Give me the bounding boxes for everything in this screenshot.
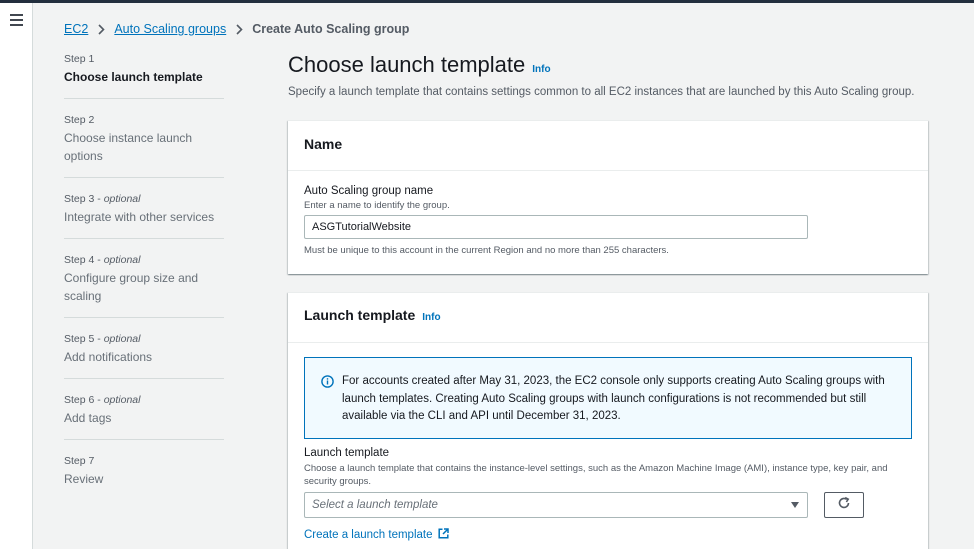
page-description: Specify a launch template that contains … (288, 86, 915, 98)
step-number: Step 3 - (64, 193, 104, 205)
chevron-right-icon (98, 23, 105, 35)
wizard-steps: Step 1 Choose launch template Step 2 Cho… (64, 52, 224, 514)
menu-icon[interactable] (10, 14, 23, 26)
create-launch-template-link[interactable]: Create a launch template (304, 528, 449, 542)
chevron-right-icon (236, 23, 243, 35)
breadcrumb-ec2[interactable]: EC2 (64, 22, 88, 36)
launch-template-label: Launch template (304, 447, 390, 459)
name-panel-header: Name (288, 121, 928, 171)
wizard-step-2[interactable]: Step 2 Choose instance launch options (64, 113, 224, 178)
launch-template-select[interactable]: Select a launch template (304, 492, 808, 518)
name-panel-body: Auto Scaling group name Enter a name to … (288, 171, 928, 256)
wizard-step-1[interactable]: Step 1 Choose launch template (64, 52, 224, 99)
main-header: Choose launch template Info Specify a la… (288, 52, 928, 98)
asg-name-description: Enter a name to identify the group. (304, 200, 450, 211)
step-number: Step 7 (64, 455, 95, 467)
step-optional-label: optional (103, 193, 141, 205)
caret-down-icon (791, 502, 799, 508)
step-number: Step 4 - (64, 254, 104, 266)
launch-template-select-placeholder: Select a launch template (312, 499, 438, 511)
step-optional-label: optional (103, 254, 141, 266)
refresh-button[interactable] (824, 492, 864, 518)
step-title: Choose launch template (64, 70, 203, 84)
refresh-icon (837, 496, 851, 515)
side-navigation-rail (0, 3, 33, 549)
create-launch-template-link-text: Create a launch template (304, 529, 433, 541)
name-panel: Name Auto Scaling group name Enter a nam… (288, 120, 928, 274)
step-number: Step 6 - (64, 394, 104, 406)
info-link[interactable]: Info (422, 312, 440, 323)
top-bar (0, 0, 974, 3)
external-link-icon (437, 528, 449, 542)
step-optional-label: optional (103, 333, 141, 345)
step-title: Configure group size and scaling (64, 271, 199, 303)
breadcrumb-current: Create Auto Scaling group (252, 22, 410, 36)
launch-template-panel: Launch template Info For accounts create… (288, 292, 928, 549)
info-alert: For accounts created after May 31, 2023,… (304, 357, 912, 439)
step-number: Step 5 - (64, 333, 104, 345)
info-alert-text: For accounts created after May 31, 2023,… (342, 375, 885, 422)
info-circle-icon (321, 375, 334, 388)
step-optional-label: optional (103, 394, 141, 406)
asg-name-label: Auto Scaling group name (304, 185, 434, 197)
breadcrumb-auto-scaling-groups[interactable]: Auto Scaling groups (114, 22, 226, 36)
launch-template-field: Launch template Choose a launch template… (304, 447, 912, 541)
step-title: Add notifications (64, 350, 153, 364)
asg-name-input[interactable] (304, 215, 808, 239)
wizard-step-5[interactable]: Step 5 - optional Add notifications (64, 332, 224, 379)
asg-name-constraint: Must be unique to this account in the cu… (304, 245, 669, 256)
page-title-text: Choose launch template (288, 52, 526, 77)
launch-template-panel-header: Launch template Info (288, 293, 928, 343)
wizard-step-3[interactable]: Step 3 - optional Integrate with other s… (64, 192, 224, 239)
step-title: Add tags (64, 411, 112, 425)
launch-template-panel-title: Launch template Info (304, 307, 912, 323)
step-number: Step 2 (64, 114, 95, 126)
step-title: Integrate with other services (64, 210, 215, 224)
wizard-step-7[interactable]: Step 7 Review (64, 454, 224, 500)
page-title: Choose launch template Info (288, 52, 928, 78)
wizard-step-4[interactable]: Step 4 - optional Configure group size a… (64, 253, 224, 318)
step-number: Step 1 (64, 53, 95, 65)
wizard-step-6[interactable]: Step 6 - optional Add tags (64, 393, 224, 440)
step-title: Review (64, 472, 104, 486)
info-link[interactable]: Info (532, 64, 550, 75)
breadcrumb: EC2 Auto Scaling groups Create Auto Scal… (64, 20, 409, 38)
launch-template-description: Choose a launch template that contains t… (304, 463, 888, 487)
launch-template-title-text: Launch template (304, 307, 416, 323)
step-title: Choose instance launch options (64, 131, 193, 163)
name-panel-title: Name (304, 136, 343, 152)
